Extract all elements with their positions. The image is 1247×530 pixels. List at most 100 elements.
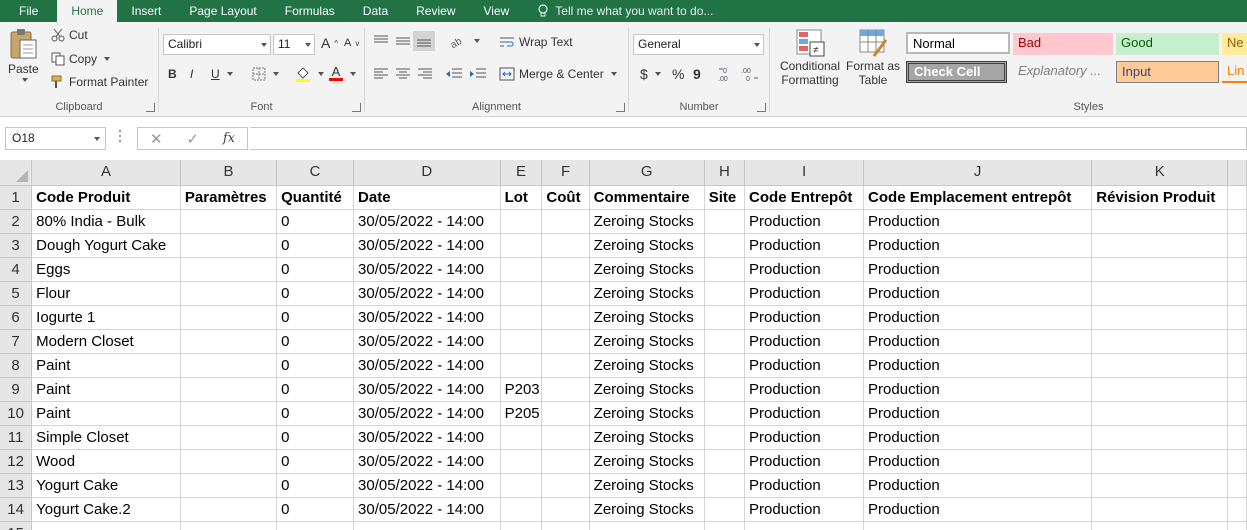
cell-c1[interactable]: Quantité bbox=[276, 185, 355, 210]
row-header[interactable]: 10 bbox=[0, 401, 33, 426]
cell-f5[interactable] bbox=[541, 281, 590, 306]
menu-file[interactable]: File bbox=[0, 0, 57, 22]
cell-h15[interactable] bbox=[704, 521, 746, 530]
cell-c11[interactable]: 0 bbox=[276, 425, 355, 450]
cell-j10[interactable]: Production bbox=[863, 401, 1093, 426]
cell-d11[interactable]: 30/05/2022 - 14:00 bbox=[353, 425, 501, 450]
font-family-select[interactable]: Calibri bbox=[163, 34, 271, 55]
cell-overflow[interactable] bbox=[1227, 209, 1247, 234]
cell-overflow[interactable] bbox=[1227, 425, 1247, 450]
cell-d1[interactable]: Date bbox=[353, 185, 501, 210]
column-header-e[interactable]: E bbox=[500, 160, 543, 186]
cell-j8[interactable]: Production bbox=[863, 353, 1093, 378]
cell-d15[interactable] bbox=[353, 521, 501, 530]
cell-h8[interactable] bbox=[704, 353, 746, 378]
cell-overflow[interactable] bbox=[1227, 185, 1247, 210]
cell-overflow[interactable] bbox=[1227, 497, 1247, 522]
cell-g6[interactable]: Zeroing Stocks bbox=[589, 305, 705, 330]
cell-h13[interactable] bbox=[704, 473, 746, 498]
cell-i10[interactable]: Production bbox=[744, 401, 865, 426]
cell-c3[interactable]: 0 bbox=[276, 233, 355, 258]
cell-j6[interactable]: Production bbox=[863, 305, 1093, 330]
cell-i4[interactable]: Production bbox=[744, 257, 865, 282]
cell-c9[interactable]: 0 bbox=[276, 377, 355, 402]
row-header[interactable]: 14 bbox=[0, 497, 33, 522]
row-header[interactable]: 5 bbox=[0, 281, 33, 306]
style-bad[interactable]: Bad bbox=[1013, 33, 1113, 55]
column-header-c[interactable]: C bbox=[276, 160, 355, 186]
cell-i1[interactable]: Code Entrepôt bbox=[744, 185, 865, 210]
cell-b7[interactable] bbox=[180, 329, 278, 354]
cell-f6[interactable] bbox=[541, 305, 590, 330]
cell-g10[interactable]: Zeroing Stocks bbox=[589, 401, 705, 426]
column-header-g[interactable]: G bbox=[589, 160, 705, 186]
cell-a4[interactable]: Eggs bbox=[31, 257, 181, 282]
cell-k15[interactable] bbox=[1091, 521, 1229, 530]
cell-h9[interactable] bbox=[704, 377, 746, 402]
select-all-corner[interactable] bbox=[0, 160, 33, 186]
menu-review[interactable]: Review bbox=[402, 0, 469, 22]
cell-f2[interactable] bbox=[541, 209, 590, 234]
cell-f12[interactable] bbox=[541, 449, 590, 474]
cell-j13[interactable]: Production bbox=[863, 473, 1093, 498]
cell-a14[interactable]: Yogurt Cake.2 bbox=[31, 497, 181, 522]
style-neutral[interactable]: Ne bbox=[1222, 33, 1247, 55]
row-header[interactable]: 12 bbox=[0, 449, 33, 474]
merge-center-button[interactable]: Merge & Center bbox=[499, 67, 617, 81]
menu-insert[interactable]: Insert bbox=[117, 0, 175, 22]
cell-k8[interactable] bbox=[1091, 353, 1229, 378]
cell-b8[interactable] bbox=[180, 353, 278, 378]
row-header[interactable]: 13 bbox=[0, 473, 33, 498]
menu-data[interactable]: Data bbox=[349, 0, 402, 22]
cell-b15[interactable] bbox=[180, 521, 278, 530]
cell-h3[interactable] bbox=[704, 233, 746, 258]
cell-overflow[interactable] bbox=[1227, 449, 1247, 474]
cell-h1[interactable]: Site bbox=[704, 185, 746, 210]
cell-b11[interactable] bbox=[180, 425, 278, 450]
cell-a7[interactable]: Modern Closet bbox=[31, 329, 181, 354]
column-header-k[interactable]: K bbox=[1091, 160, 1229, 186]
cell-a1[interactable]: Code Produit bbox=[31, 185, 181, 210]
cancel-icon[interactable]: ✕ bbox=[150, 130, 163, 148]
cell-overflow[interactable] bbox=[1227, 305, 1247, 330]
borders-button[interactable] bbox=[252, 67, 279, 81]
cell-d5[interactable]: 30/05/2022 - 14:00 bbox=[353, 281, 501, 306]
row-header[interactable]: 2 bbox=[0, 209, 33, 234]
cell-a13[interactable]: Yogurt Cake bbox=[31, 473, 181, 498]
cell-f14[interactable] bbox=[541, 497, 590, 522]
cell-d3[interactable]: 30/05/2022 - 14:00 bbox=[353, 233, 501, 258]
cell-f9[interactable] bbox=[541, 377, 590, 402]
column-header-b[interactable]: B bbox=[180, 160, 278, 186]
align-center-button[interactable] bbox=[395, 67, 411, 81]
cell-d6[interactable]: 30/05/2022 - 14:00 bbox=[353, 305, 501, 330]
cell-i13[interactable]: Production bbox=[744, 473, 865, 498]
cell-e13[interactable] bbox=[500, 473, 543, 498]
conditional-formatting-button[interactable]: ≠ Conditional Formatting bbox=[774, 28, 846, 87]
column-header-h[interactable]: H bbox=[704, 160, 746, 186]
cell-e4[interactable] bbox=[500, 257, 543, 282]
cell-k2[interactable] bbox=[1091, 209, 1229, 234]
style-linked-cell[interactable]: Lin bbox=[1222, 61, 1247, 83]
cell-e3[interactable] bbox=[500, 233, 543, 258]
cell-e5[interactable] bbox=[500, 281, 543, 306]
cell-h5[interactable] bbox=[704, 281, 746, 306]
cell-j15[interactable] bbox=[863, 521, 1093, 530]
cell-i6[interactable]: Production bbox=[744, 305, 865, 330]
row-header[interactable]: 4 bbox=[0, 257, 33, 282]
cell-e1[interactable]: Lot bbox=[500, 185, 543, 210]
cell-j12[interactable]: Production bbox=[863, 449, 1093, 474]
cell-a9[interactable]: Paint bbox=[31, 377, 181, 402]
cell-k10[interactable] bbox=[1091, 401, 1229, 426]
column-header-overflow[interactable] bbox=[1227, 160, 1247, 186]
formula-input[interactable] bbox=[250, 127, 1247, 150]
orientation-button[interactable]: ab bbox=[449, 34, 480, 48]
font-size-select[interactable]: 11 bbox=[273, 34, 315, 55]
cell-b1[interactable]: Paramètres bbox=[180, 185, 278, 210]
cell-a2[interactable]: 80% India - Bulk bbox=[31, 209, 181, 234]
cell-j5[interactable]: Production bbox=[863, 281, 1093, 306]
cell-i8[interactable]: Production bbox=[744, 353, 865, 378]
wrap-text-button[interactable]: Wrap Text bbox=[499, 35, 573, 49]
cell-j11[interactable]: Production bbox=[863, 425, 1093, 450]
column-header-f[interactable]: F bbox=[541, 160, 590, 186]
cell-h7[interactable] bbox=[704, 329, 746, 354]
